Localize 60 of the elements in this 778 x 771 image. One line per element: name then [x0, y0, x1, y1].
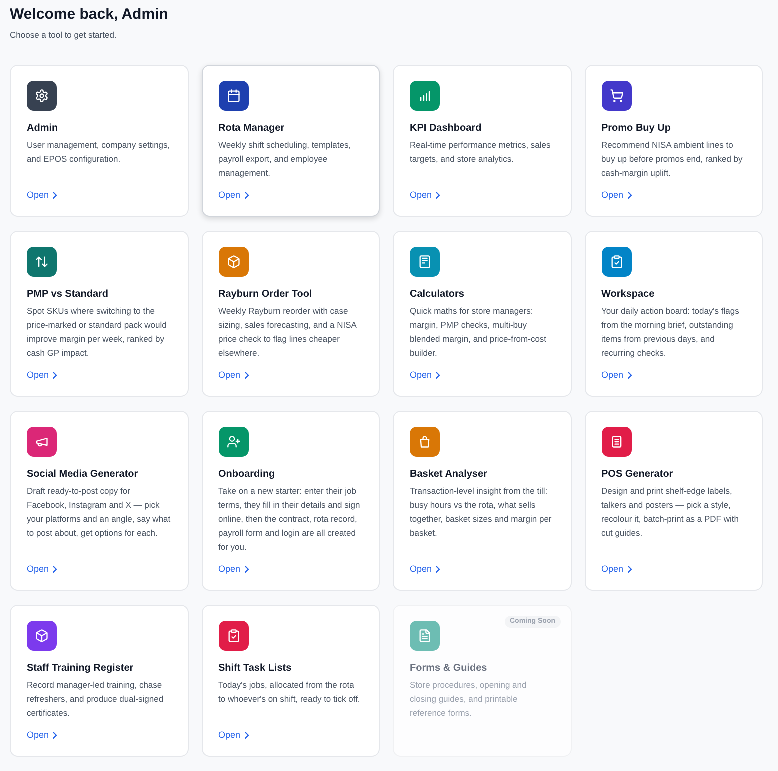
card-title: KPI Dashboard	[410, 122, 482, 136]
chevron-right-icon	[244, 372, 249, 378]
open-link[interactable]: Open	[410, 563, 440, 575]
open-link[interactable]: Open	[410, 189, 440, 201]
card-description: Draft ready-to-post copy for Facebook, Instagram and X — pick your platforms and an angle, say what to post about, get options for each.	[27, 485, 172, 540]
card-description: Real-time performance metrics, sales targets, and store analytics.	[410, 139, 552, 166]
card-description: User management, company settings, and EPOS configuration.	[27, 139, 172, 166]
card-title: Forms & Guides	[410, 662, 488, 676]
open-link[interactable]: Open	[218, 189, 249, 201]
chevron-right-icon	[53, 372, 58, 378]
chevron-right-icon	[436, 192, 440, 198]
open-link[interactable]: Open	[27, 189, 58, 201]
chevron-right-icon	[244, 566, 249, 572]
open-link[interactable]: Open	[602, 369, 632, 381]
open-link[interactable]: Open	[602, 563, 632, 575]
chevron-right-icon	[53, 732, 58, 738]
chevron-right-icon	[244, 732, 249, 738]
card-description: Recommend NISA ambient lines to buy up before promos end, ranked by cash-margin uplift.	[602, 139, 744, 180]
card-title: Shift Task Lists	[218, 662, 292, 676]
chevron-right-icon	[436, 372, 440, 378]
card-description: Spot SKUs where switching to the price-marked or standard pack would improve margin per week, ranked by cash GP impact.	[27, 305, 168, 360]
chevron-right-icon	[436, 566, 440, 572]
card-title: Calculators	[410, 288, 464, 302]
card-title: Promo Buy Up	[602, 122, 671, 136]
chevron-right-icon	[53, 566, 58, 572]
open-link[interactable]: Open	[218, 563, 249, 575]
card-description: Transaction-level insight from the till: busy hours vs the rota, what sells together, basket sizes and margin per basket.	[410, 485, 553, 540]
open-link[interactable]: Open	[410, 369, 440, 381]
card-description: Store procedures, opening and closing guides, and printable reference forms.	[410, 679, 528, 720]
card-description: Take on a new starter: enter their job terms, they fill in their details and sign online, then the contract, rota record, payroll form and login are all created for you.	[218, 485, 362, 554]
page-subtitle: Choose a tool to get started.	[10, 29, 117, 41]
card-description: Record manager-led training, chase refreshers, and produce dual-signed certificates.	[27, 679, 165, 720]
card-title: Admin	[27, 122, 58, 136]
card-description: Today's jobs, allocated from the rota to whoever's on shift, ready to tick off.	[218, 679, 362, 706]
card-title: PMP vs Standard	[27, 288, 109, 302]
card-title: POS Generator	[602, 468, 674, 482]
card-title: Staff Training Register	[27, 662, 134, 676]
card-title: Onboarding	[218, 468, 276, 482]
card-description: Quick maths for store managers: margin, PMP checks, multi-buy blended margin, and price-from-cost builder.	[410, 305, 548, 360]
chevron-right-icon	[628, 566, 632, 572]
chevron-right-icon	[244, 192, 249, 198]
chevron-right-icon	[53, 192, 58, 198]
chevron-right-icon	[628, 372, 632, 378]
card-description: Weekly shift scheduling, templates, payroll export, and employee management.	[218, 139, 352, 180]
open-link[interactable]: Open	[27, 729, 58, 741]
card-title: Social Media Generator	[27, 468, 138, 482]
card-description: Design and print shelf-edge labels, talkers and posters — pick a style, recolour it, batch-print as a PDF with cut guides.	[602, 485, 740, 540]
page-title: Welcome back, Admin	[10, 5, 168, 25]
open-link[interactable]: Open	[602, 189, 632, 201]
card-title: Rayburn Order Tool	[218, 288, 312, 302]
card-description: Weekly Rayburn reorder with case sizing, sales forecasting, and a NISA price check to flag lines cheaper elsewhere.	[218, 305, 358, 360]
open-link[interactable]: Open	[218, 369, 249, 381]
card-title: Workspace	[602, 288, 655, 302]
chevron-right-icon	[628, 192, 632, 198]
card-title: Rota Manager	[218, 122, 285, 136]
card-description: Your daily action board: today's flags from the morning brief, outstanding items from previous days, and recurring checks.	[602, 305, 740, 360]
open-link[interactable]: Open	[218, 729, 249, 741]
open-link[interactable]: Open	[27, 369, 58, 381]
card-title: Basket Analyser	[410, 468, 488, 482]
open-link[interactable]: Open	[27, 563, 58, 575]
